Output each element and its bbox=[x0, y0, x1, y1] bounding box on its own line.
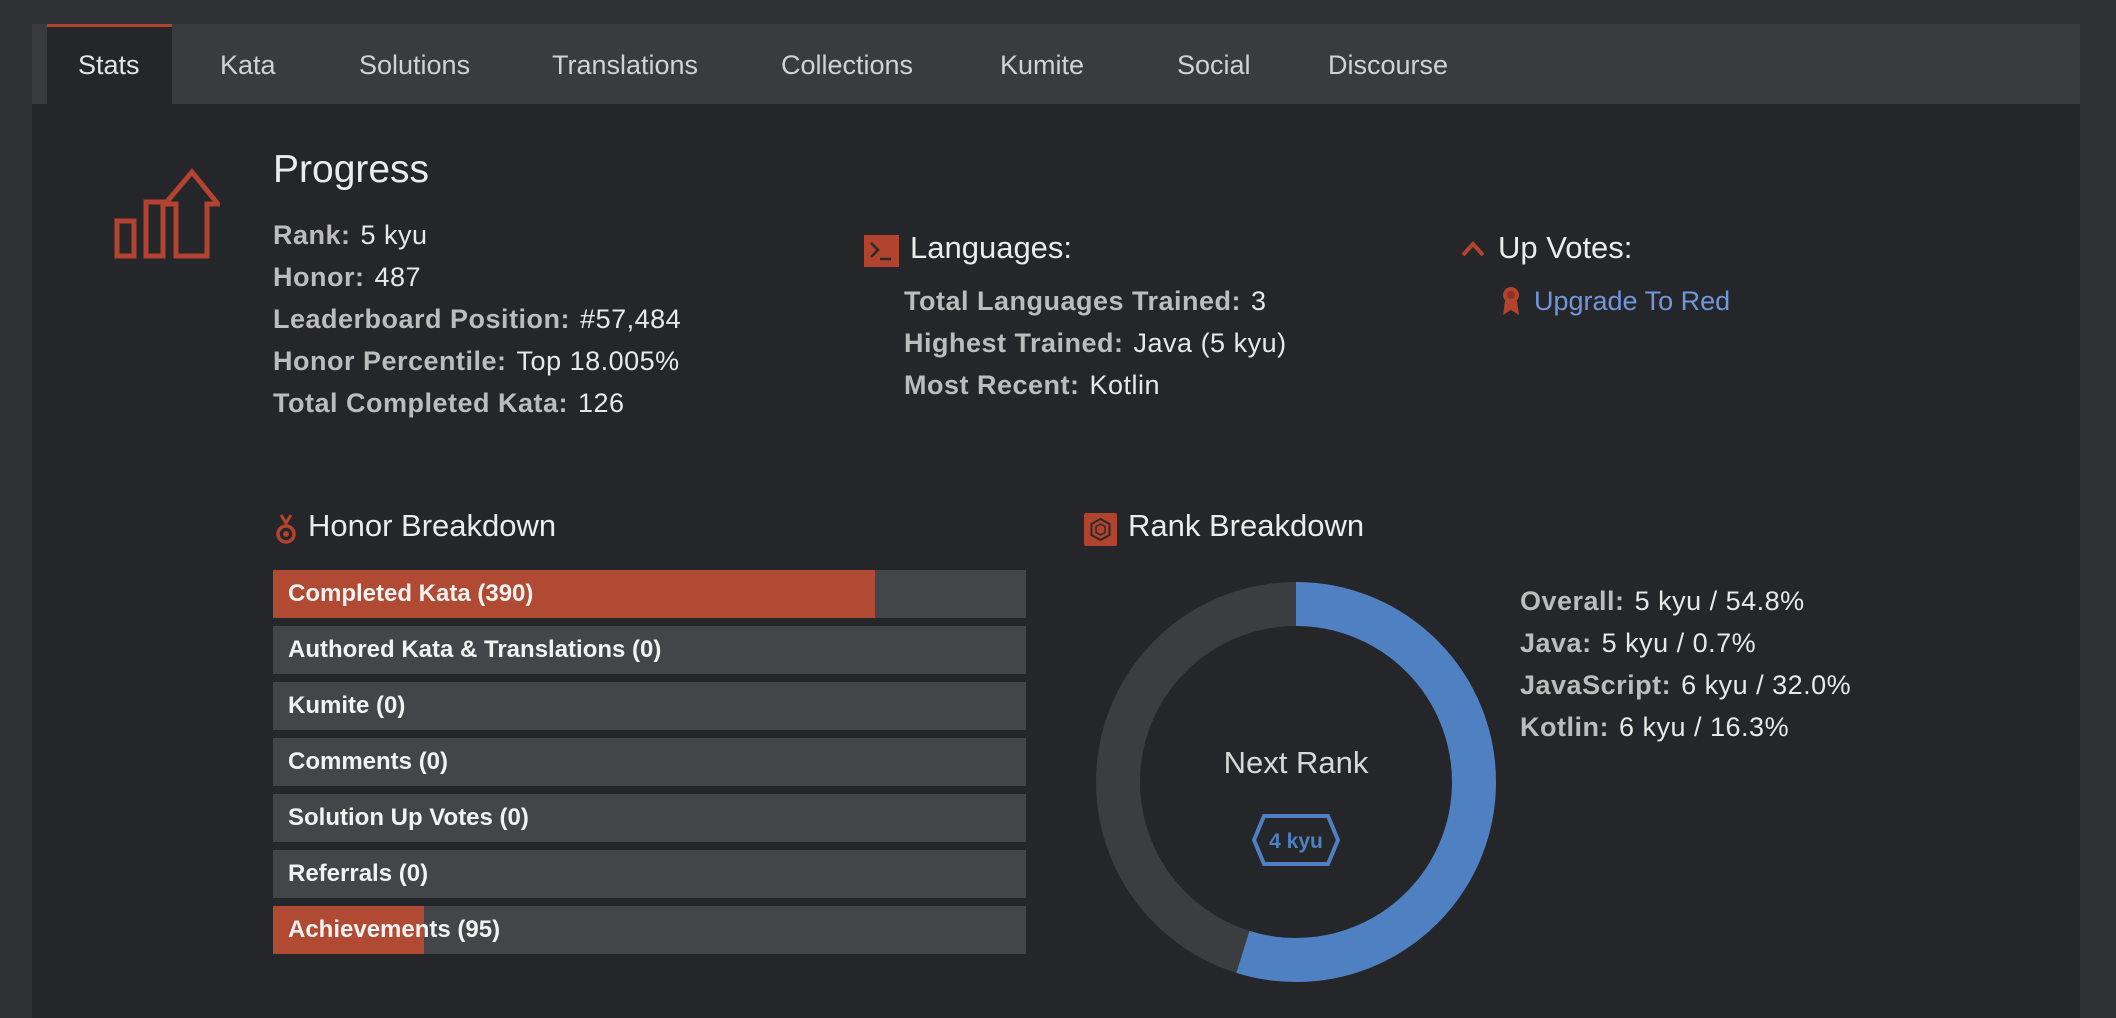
percentile-row: Honor Percentile: Top 18.005% bbox=[273, 346, 680, 376]
rank-row: Rank: 5 kyu bbox=[273, 220, 428, 250]
hexagon-rank-icon bbox=[1084, 513, 1117, 546]
next-rank-badge: 4 kyu bbox=[1269, 830, 1323, 853]
progress-chart-icon bbox=[114, 168, 220, 259]
honor-breakdown-title: Honor Breakdown bbox=[308, 508, 557, 543]
leaderboard-row: Leaderboard Position: #57,484 bbox=[273, 304, 682, 334]
honor-bar-referrals: Referrals (0) bbox=[273, 850, 1026, 898]
honor-row: Honor: 487 bbox=[273, 262, 422, 292]
honor-bar-completed-kata: Completed Kata (390) bbox=[273, 570, 1026, 618]
tab-kata[interactable]: Kata bbox=[189, 24, 307, 104]
ribbon-icon bbox=[1503, 287, 1519, 315]
rank-kotlin-row: Kotlin: 6 kyu / 16.3% bbox=[1520, 712, 1790, 742]
tab-stats[interactable]: Stats bbox=[47, 24, 172, 104]
languages-trained-row: Total Languages Trained: 3 bbox=[904, 286, 1267, 316]
honor-bar-authored-kata: Authored Kata & Translations (0) bbox=[273, 626, 1026, 674]
rank-java-row: Java: 5 kyu / 0.7% bbox=[1520, 628, 1757, 658]
tab-social[interactable]: Social bbox=[1146, 24, 1282, 104]
medal-icon bbox=[276, 514, 296, 544]
tab-bar: Stats Kata Solutions Translations Collec… bbox=[32, 24, 2080, 104]
tab-collections[interactable]: Collections bbox=[750, 24, 944, 104]
terminal-icon bbox=[864, 235, 899, 267]
honor-bar-comments: Comments (0) bbox=[273, 738, 1026, 786]
upvotes-title: Up Votes: bbox=[1498, 230, 1633, 265]
honor-bar-achievements: Achievements (95) bbox=[273, 906, 1026, 954]
chevron-up-icon bbox=[1461, 241, 1485, 257]
profile-panel: Stats Kata Solutions Translations Collec… bbox=[32, 24, 2080, 1018]
progress-title: Progress bbox=[273, 148, 430, 191]
tab-translations[interactable]: Translations bbox=[521, 24, 729, 104]
honor-bar-kumite: Kumite (0) bbox=[273, 682, 1026, 730]
donut-center-label: Next Rank bbox=[1224, 745, 1369, 780]
tab-kumite[interactable]: Kumite bbox=[969, 24, 1115, 104]
rank-breakdown-title: Rank Breakdown bbox=[1128, 508, 1365, 543]
languages-title: Languages: bbox=[910, 230, 1073, 265]
completed-kata-row: Total Completed Kata: 126 bbox=[273, 388, 625, 418]
tab-solutions[interactable]: Solutions bbox=[328, 24, 501, 104]
tab-discourse[interactable]: Discourse bbox=[1297, 24, 1479, 104]
rank-donut-chart: Next Rank 4 kyu bbox=[1096, 582, 1496, 982]
rank-overall-row: Overall: 5 kyu / 54.8% bbox=[1520, 586, 1805, 616]
upgrade-to-red-link[interactable]: Upgrade To Red bbox=[1534, 286, 1730, 317]
rank-javascript-row: JavaScript: 6 kyu / 32.0% bbox=[1520, 670, 1852, 700]
most-recent-row: Most Recent: Kotlin bbox=[904, 370, 1161, 400]
honor-bar-solution-up-votes: Solution Up Votes (0) bbox=[273, 794, 1026, 842]
highest-trained-row: Highest Trained: Java (5 kyu) bbox=[904, 328, 1287, 358]
